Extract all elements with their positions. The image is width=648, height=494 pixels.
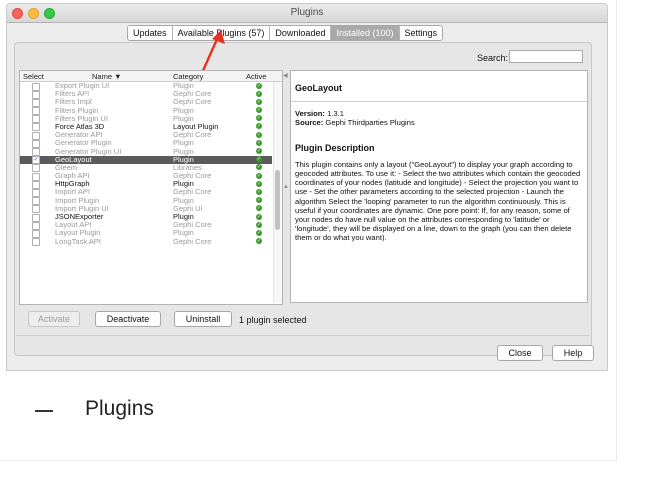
column-header-name[interactable]: Name ▼ (92, 72, 122, 81)
active-check-icon: ✓ (256, 205, 262, 212)
list-item[interactable]: LongTask API Gephi Core ✓ (20, 236, 272, 247)
tab-settings[interactable]: Settings (400, 26, 443, 40)
column-header-select[interactable]: Select (23, 72, 44, 81)
plugin-version: Version: 1.3.1 (295, 109, 583, 118)
tab-bar: Updates Available Plugins (57) Downloade… (127, 25, 444, 41)
active-check-icon: ✓ (256, 229, 262, 236)
active-check-icon: ✓ (256, 115, 262, 122)
active-check-icon: ✓ (256, 197, 262, 204)
active-check-icon: ✓ (256, 82, 262, 89)
uninstall-button[interactable]: Uninstall (174, 311, 232, 327)
tab-installed[interactable]: Installed (100) (331, 26, 400, 40)
active-check-icon: ✓ (256, 221, 262, 228)
list-scrollbar-thumb[interactable] (275, 170, 280, 230)
plugin-source: Source: Gephi Thirdparties Plugins (295, 118, 583, 127)
search-input[interactable] (509, 50, 583, 63)
active-check-icon: ✓ (256, 188, 262, 195)
deactivate-button[interactable]: Deactivate (95, 311, 161, 327)
activate-button[interactable]: Activate (28, 311, 80, 327)
active-check-icon: ✓ (256, 123, 262, 130)
caption-title: Plugins (85, 397, 154, 420)
tab-downloaded[interactable]: Downloaded (270, 26, 332, 40)
plugin-name: LongTask API (55, 236, 101, 246)
active-check-icon: ✓ (256, 180, 262, 187)
source-value: Gephi Thirdparties Plugins (325, 118, 415, 128)
caption-dash (35, 410, 53, 412)
active-check-icon: ✓ (256, 213, 262, 220)
plugin-category: Gephi Core (173, 236, 212, 246)
active-check-icon: ✓ (256, 90, 262, 97)
window-title: Plugins (290, 7, 324, 18)
expand-arrow-icon[interactable]: ▲ (283, 184, 289, 190)
plugin-detail-panel: GeoLayout Version: 1.3.1 Source: Gephi T… (290, 70, 588, 303)
source-label: Source: (295, 118, 324, 128)
active-check-icon: ✓ (256, 172, 262, 179)
active-check-icon: ✓ (256, 139, 262, 146)
help-button[interactable]: Help (552, 345, 594, 361)
description-heading: Plugin Description (295, 142, 375, 153)
version-label: Version: (295, 109, 325, 119)
active-check-icon: ✓ (256, 148, 262, 154)
plugin-rows: Export Plugin UI Plugin ✓ Filters API Gephi … (20, 81, 272, 247)
close-button[interactable]: Close (497, 345, 543, 361)
detail-divider (291, 101, 587, 103)
active-check-icon: ✓ (256, 156, 262, 163)
active-check-icon: ✓ (256, 131, 262, 138)
plugin-description: This plugin contains only a layout ("Geo… (295, 159, 581, 243)
title-bar: Plugins (7, 4, 607, 23)
selection-status: 1 plugin selected (239, 315, 307, 325)
active-check-icon: ✓ (256, 238, 262, 245)
version-value: 1.3.1 (327, 109, 344, 119)
plugin-list: Select Name ▼ Category Active Export Plu… (19, 70, 283, 305)
select-checkbox[interactable] (32, 238, 40, 247)
list-scrollbar[interactable] (273, 82, 282, 303)
footer-divider (16, 335, 590, 336)
search-label: Search: (477, 53, 509, 63)
collapse-arrow-icon[interactable]: ◀ (283, 72, 288, 79)
active-check-icon: ✓ (256, 164, 262, 171)
active-check-icon: ✓ (256, 107, 262, 114)
pane-splitter[interactable]: ◀ ▲ (283, 70, 289, 303)
tab-updates[interactable]: Updates (128, 26, 173, 40)
column-header-category[interactable]: Category (173, 72, 203, 81)
screenshot-card: Plugins Updates Available Plugins (57) D… (0, 0, 617, 461)
column-header-active[interactable]: Active (246, 72, 266, 81)
plugin-title: GeoLayout (295, 83, 343, 93)
active-check-icon: ✓ (256, 98, 262, 105)
